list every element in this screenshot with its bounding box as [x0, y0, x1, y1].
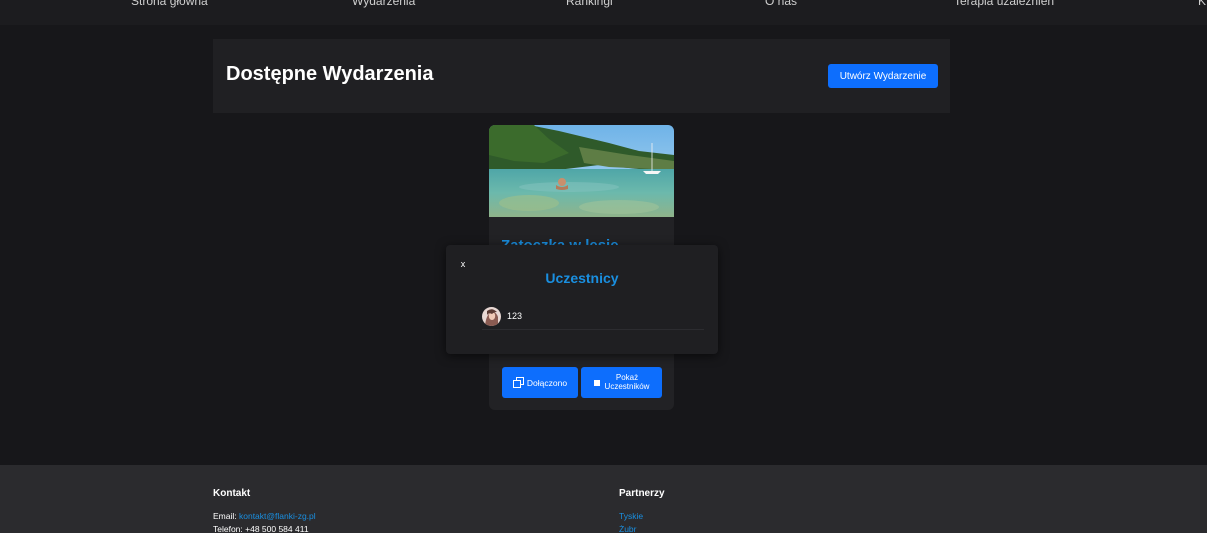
footer-phone: Telefon: +48 500 584 411 [213, 524, 309, 533]
footer-partner-link[interactable]: Żubr [619, 524, 636, 533]
nav-item-rankings[interactable]: Rankingi [566, 0, 613, 8]
footer: Kontakt Email: kontakt@flanki-zg.pl Tele… [0, 465, 1207, 533]
nav-item-about[interactable]: O nas [765, 0, 797, 8]
footer-contact-heading: Kontakt [213, 488, 251, 499]
show-participants-label: Pokaż Uczestników [604, 373, 650, 391]
participant-item: 123 [482, 303, 704, 330]
footer-partners-heading: Partnerzy [619, 488, 665, 499]
top-navigation: Strona główna Wydarzenia Rankingi O nas … [0, 0, 1207, 25]
show-participants-label-line2: Uczestników [604, 381, 650, 391]
copy-icon [512, 377, 524, 388]
nav-item-home[interactable]: Strona główna [131, 0, 208, 8]
modal-title: Uczestnicy [545, 270, 619, 286]
events-header: Dostępne Wydarzenia Utwórz Wydarzenie [213, 39, 950, 113]
nav-item-contact[interactable]: K [1198, 0, 1206, 8]
joined-button-label: Dołączono [526, 377, 568, 388]
create-event-button[interactable]: Utwórz Wydarzenie [828, 64, 938, 88]
page: Strona główna Wydarzenia Rankingi O nas … [0, 0, 1207, 533]
participant-name: 123 [507, 311, 523, 321]
event-image [489, 125, 674, 217]
users-icon [593, 379, 600, 386]
nav-item-therapy[interactable]: Terapia uzależnień [954, 0, 1054, 8]
footer-email-label: Email: [213, 511, 239, 521]
event-actions: Dołączono Pokaż Uczestników [502, 367, 662, 398]
joined-button[interactable]: Dołączono [502, 367, 578, 398]
page-title: Dostępne Wydarzenia [226, 63, 434, 85]
footer-partner-link[interactable]: Tyskie [619, 511, 643, 521]
footer-email-link[interactable]: kontakt@flanki-zg.pl [239, 511, 316, 521]
modal-close-button[interactable]: x [458, 258, 468, 270]
footer-email-line: Email: kontakt@flanki-zg.pl [213, 511, 316, 521]
avatar [482, 306, 501, 326]
show-participants-button[interactable]: Pokaż Uczestników [581, 367, 662, 398]
nav-item-events[interactable]: Wydarzenia [352, 0, 415, 8]
participants-modal: x Uczestnicy 123 [446, 245, 718, 354]
